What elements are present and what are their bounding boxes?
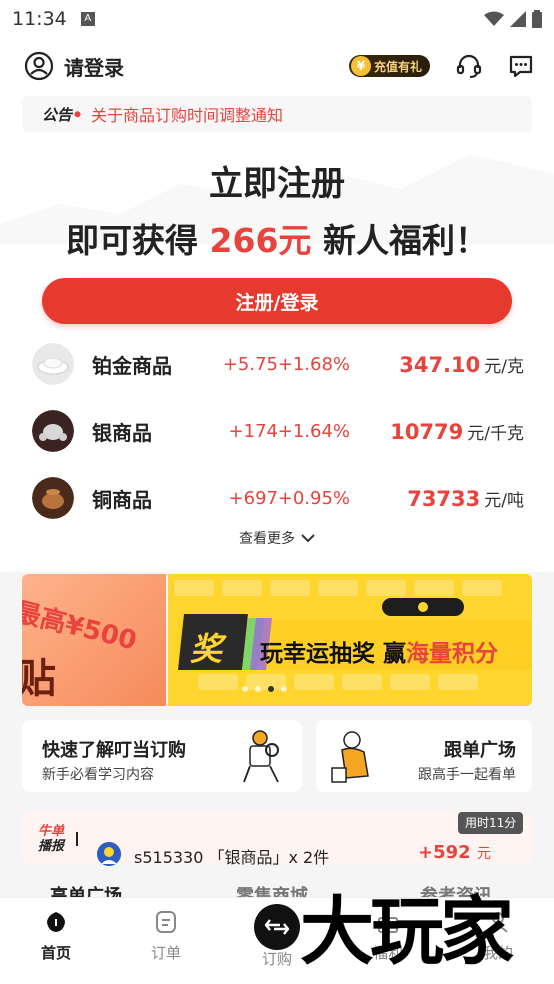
quote-price: 347.10 元/克 xyxy=(399,352,524,377)
recharge-gift-button[interactable]: ¥ 充值有礼 xyxy=(348,55,430,77)
card-subtitle: 新手必看学习内容 xyxy=(42,767,154,783)
broadcast-label: 牛单 播报 xyxy=(38,824,64,854)
wifi-icon xyxy=(484,11,504,26)
status-icons xyxy=(484,10,542,28)
quote-price-value: 10779 xyxy=(390,419,464,444)
quote-percent: +1.68% xyxy=(277,353,350,375)
ticker-divider xyxy=(76,832,78,846)
status-time: 11:34 xyxy=(12,8,67,30)
user-avatar xyxy=(97,842,121,866)
main-panel: 公告 ⦁ 关于商品订购时间调整通知 立即注册 即可获得 266元 新人福利！ 注… xyxy=(0,94,554,572)
copy-trading-illustration-icon xyxy=(331,731,369,783)
quote-row-platinum[interactable]: 铂金商品 +5.75 +1.68% 347.10 元/克 xyxy=(0,336,554,392)
elapsed-time-badge: 用时11分 xyxy=(458,812,524,834)
carousel-dot-active[interactable] xyxy=(268,686,274,692)
orders-icon xyxy=(156,911,176,933)
announcement-text: 关于商品订购时间调整通知 xyxy=(91,106,284,125)
chevron-down-icon xyxy=(301,534,315,543)
card-subtitle: 跟高手一起看单 xyxy=(418,767,516,783)
announcement-bar[interactable]: 公告 ⦁ 关于商品订购时间调整通知 xyxy=(22,96,532,132)
card-title: 快速了解叮当订购 xyxy=(42,740,186,761)
headset-icon[interactable] xyxy=(456,53,482,79)
promo-carousel[interactable]: 最高¥500 贴 奖 玩幸运抽奖 赢海量积分 xyxy=(22,574,532,706)
card-title: 跟单广场 xyxy=(444,740,516,761)
quote-unit: 元/千克 xyxy=(467,423,524,444)
exchange-icon xyxy=(264,919,290,935)
quote-name: 铂金商品 xyxy=(92,353,172,378)
quote-unit: 元/吨 xyxy=(484,490,524,511)
quote-price: 10779 元/千克 xyxy=(390,419,524,444)
signal-icon xyxy=(510,11,526,27)
announcement-marker-icon: ⦁ xyxy=(74,106,82,122)
user-avatar-icon[interactable] xyxy=(24,51,54,81)
quote-change: +697 xyxy=(228,487,278,509)
quote-change: +174 xyxy=(228,420,278,442)
carousel-dot[interactable] xyxy=(281,686,287,692)
broadcast-amount-value: +592 xyxy=(418,842,471,863)
promo-slide-subsidy[interactable]: 最高¥500 贴 xyxy=(22,574,166,706)
register-sub-prefix: 即可获得 xyxy=(66,221,199,260)
carousel-dot[interactable] xyxy=(255,686,261,692)
quote-change: +5.75 xyxy=(222,353,278,375)
recharge-label: 充值有礼 xyxy=(373,59,422,74)
broadcast-amount-unit: 元 xyxy=(476,846,491,862)
watermark-logo: 大玩家 xyxy=(300,889,514,975)
promo-slide-lottery[interactable]: 奖 玩幸运抽奖 赢海量积分 xyxy=(168,574,532,706)
quote-price-value: 347.10 xyxy=(399,352,481,377)
notification-a-icon: A xyxy=(80,12,95,26)
register-subtitle: 即可获得 266元 新人福利！ xyxy=(0,214,554,262)
quote-row-silver[interactable]: 银商品 +174 +1.64% 10779 元/千克 xyxy=(0,403,554,459)
broadcast-label-line2: 播报 xyxy=(38,839,65,854)
broadcast-amount: +592 元 xyxy=(418,842,491,863)
carousel-dot[interactable] xyxy=(242,686,248,692)
register-sub-suffix: 新人福利！ xyxy=(322,221,488,260)
quote-price: 73733 元/吨 xyxy=(407,486,524,511)
top-header: 请登录 ¥ 充值有礼 xyxy=(0,38,554,94)
silver-product-image xyxy=(32,410,74,452)
quote-name: 银商品 xyxy=(92,420,152,445)
broadcast-label-line1: 牛单 xyxy=(38,824,65,839)
carousel-indicator xyxy=(242,686,287,692)
view-more-link[interactable]: 查看更多 xyxy=(0,528,554,548)
status-bar: 11:34 A xyxy=(0,0,554,38)
lottery-badge: 奖 xyxy=(190,630,223,668)
lottery-text-highlight: 海量积分 xyxy=(406,641,499,667)
purchase-center-button[interactable] xyxy=(254,904,300,950)
register-title: 立即注册 xyxy=(209,164,345,204)
view-more-label: 查看更多 xyxy=(239,531,295,547)
register-bonus-amount: 266元 xyxy=(209,221,312,260)
register-login-button[interactable]: 注册/登录 xyxy=(42,278,512,324)
promo-subsidy-big: 贴 xyxy=(22,656,56,702)
copper-product-image xyxy=(32,477,74,519)
quote-percent: +0.95% xyxy=(277,487,350,509)
copy-trading-card[interactable]: 跟单广场 跟高手一起看单 xyxy=(316,720,532,792)
message-icon[interactable] xyxy=(508,53,534,79)
beginner-guide-card[interactable]: 快速了解叮当订购 新手必看学习内容 xyxy=(22,720,302,792)
quote-name: 铜商品 xyxy=(92,487,152,512)
tab-orders[interactable]: 订单 xyxy=(126,910,206,963)
home-icon xyxy=(47,912,65,932)
tab-label: 订单 xyxy=(150,944,181,962)
broadcast-message: s515330 「银商品」x 2件 xyxy=(134,848,330,867)
battery-icon xyxy=(532,10,542,28)
quote-percent: +1.64% xyxy=(277,420,350,442)
order-broadcast-ticker[interactable]: 牛单 播报 s515330 「银商品」x 2件 +592 元 xyxy=(22,812,532,867)
lottery-text-main: 玩幸运抽奖 赢 xyxy=(260,641,407,667)
tab-label: 首页 xyxy=(40,944,71,962)
quote-unit: 元/克 xyxy=(484,356,524,377)
quote-price-value: 73733 xyxy=(407,486,481,511)
guide-illustration-icon xyxy=(243,730,279,783)
coin-icon: ¥ xyxy=(350,56,371,76)
announcement-tag: 公告 xyxy=(42,105,73,124)
tab-home[interactable]: 首页 xyxy=(16,910,96,963)
platinum-product-image xyxy=(32,343,74,385)
lottery-text: 玩幸运抽奖 赢海量积分 xyxy=(260,634,498,668)
login-link[interactable]: 请登录 xyxy=(64,52,124,81)
quote-row-copper[interactable]: 铜商品 +697 +0.95% 73733 元/吨 xyxy=(0,470,554,526)
